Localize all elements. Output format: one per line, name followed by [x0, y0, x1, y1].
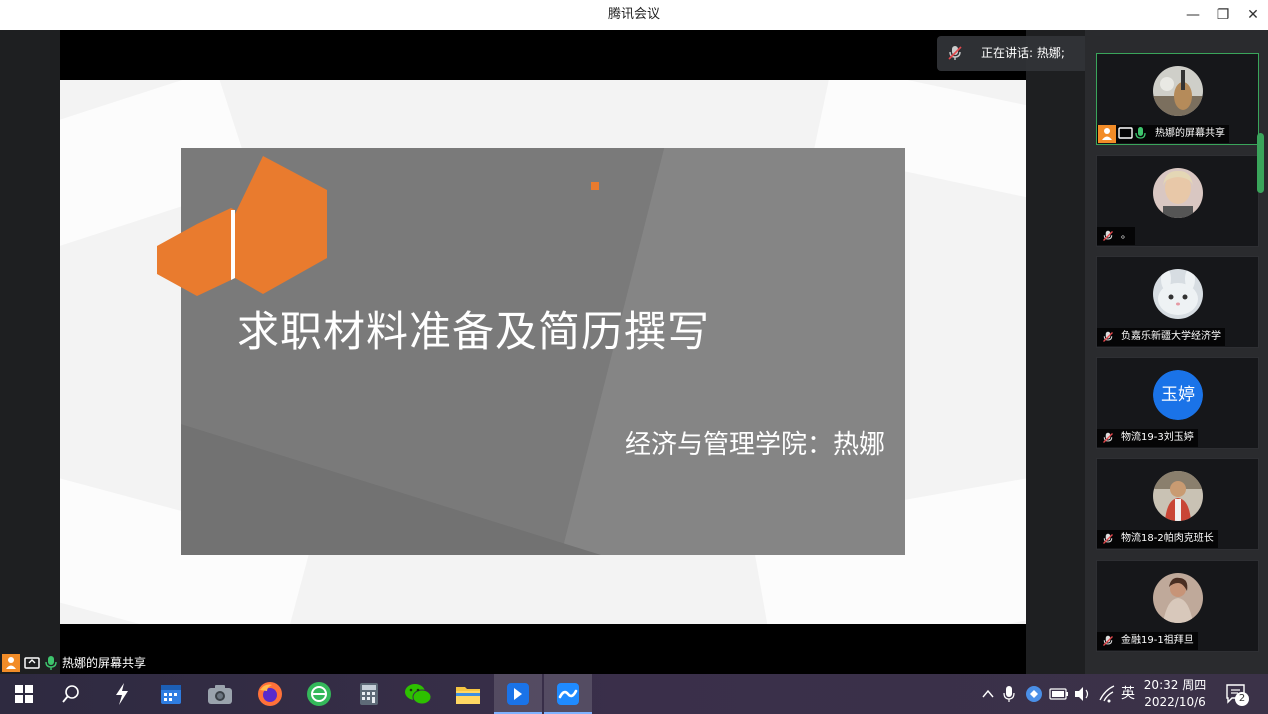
speaking-text: 正在讲话: 热娜; [981, 46, 1065, 60]
mic-muted-icon [1103, 432, 1113, 443]
avatar [1153, 573, 1203, 623]
pin-icon[interactable] [502, 678, 534, 710]
browser-icon[interactable] [303, 678, 335, 710]
participant-tile[interactable]: 金融19-1祖拜旦 [1096, 560, 1259, 652]
participant-tile[interactable]: 物流18-2帕肉克班长 [1096, 458, 1259, 550]
accent-square [591, 182, 599, 190]
network-app-icon[interactable] [1024, 674, 1044, 714]
participant-name: 热娜的屏幕共享 [1155, 128, 1225, 139]
avatar [1153, 269, 1203, 319]
participant-name: 金融19-1祖拜旦 [1121, 635, 1194, 646]
notification-center-icon[interactable]: 2 [1224, 682, 1249, 706]
slide-shade [181, 424, 601, 555]
notification-count: 2 [1235, 692, 1249, 706]
mic-muted-icon [1103, 230, 1113, 241]
host-icon [2, 654, 20, 672]
title-bar: 腾讯会议 — ❐ ✕ [0, 0, 1268, 30]
panel-scrollbar[interactable] [1257, 133, 1264, 193]
clock-date: 2022/10/6 [1144, 695, 1206, 709]
clock-time: 20:32 周四 [1143, 678, 1207, 692]
participant-nameplate: 金融19-1祖拜旦 [1097, 632, 1198, 650]
shared-screen-stage: 求职材料准备及简历撰写 经济与管理学院：热娜 [0, 30, 1085, 674]
tencent-meeting-icon[interactable] [552, 678, 584, 710]
participant-name: 物流19-3刘玉婷 [1121, 432, 1194, 443]
participant-tile[interactable]: 负嘉乐新疆大学经济学 [1096, 256, 1259, 348]
hexagon-logo [157, 156, 327, 296]
avatar [1153, 168, 1203, 218]
ime-indicator[interactable]: 英 [1118, 674, 1138, 714]
participant-nameplate: 。 [1097, 227, 1135, 245]
share-label-text: 热娜的屏幕共享 [62, 656, 147, 670]
screen-share-icon [24, 657, 40, 669]
participant-tile[interactable]: 热娜的屏幕共享 [1096, 53, 1259, 145]
avatar [1153, 66, 1203, 116]
mic-on-icon [45, 656, 57, 670]
taskbar: 英 20:32 周四 2022/10/6 2 [0, 674, 1268, 714]
calendar-icon[interactable] [155, 678, 187, 710]
start-icon[interactable] [8, 678, 40, 710]
avatar-initials: 玉婷 [1153, 370, 1203, 420]
participant-name: 物流18-2帕肉克班长 [1121, 533, 1214, 544]
participant-nameplate: 物流18-2帕肉克班长 [1097, 530, 1218, 548]
host-status-icons [1098, 125, 1146, 143]
avatar: 玉婷 [1153, 370, 1203, 420]
app-window: 腾讯会议 — ❐ ✕ 求职材料准备及简历撰写 经济与管理学院：热娜 正在讲话: … [0, 0, 1268, 714]
minimize-button[interactable]: — [1178, 0, 1208, 30]
mic-muted-icon [948, 46, 962, 60]
avatar [1153, 471, 1203, 521]
participant-name: 负嘉乐新疆大学经济学 [1121, 331, 1221, 342]
firefox-icon[interactable] [254, 678, 286, 710]
wechat-icon[interactable] [402, 678, 434, 710]
window-title: 腾讯会议 [607, 7, 660, 22]
slide-subtitle: 经济与管理学院：热娜 [624, 430, 885, 460]
participant-name: 。 [1121, 230, 1131, 241]
participant-tile[interactable]: 玉婷 物流19-3刘玉婷 [1096, 357, 1259, 449]
battery-icon[interactable] [1048, 674, 1070, 714]
participant-panel: 热娜的屏幕共享 。 负嘉乐新疆大学经济学 玉婷 物流19-3刘玉婷 物流18-2… [1085, 30, 1268, 674]
mic-muted-icon [1103, 331, 1113, 342]
participant-tile[interactable]: 。 [1096, 155, 1259, 247]
taskbar-clock[interactable]: 20:32 周四 2022/10/6 [1140, 677, 1210, 711]
folder-icon[interactable] [452, 678, 484, 710]
chevron-up-icon[interactable] [978, 674, 998, 714]
slide-background: 求职材料准备及简历撰写 经济与管理学院：热娜 [60, 80, 1026, 624]
camera-icon[interactable] [204, 678, 236, 710]
wifi-icon[interactable] [1097, 674, 1117, 714]
close-button[interactable]: ✕ [1238, 0, 1268, 30]
speed-icon[interactable] [106, 678, 138, 710]
slide-title: 求职材料准备及简历撰写 [237, 307, 711, 356]
microphone-tray-icon[interactable] [1000, 674, 1018, 714]
participant-nameplate: 物流19-3刘玉婷 [1097, 429, 1198, 447]
volume-icon[interactable] [1072, 674, 1092, 714]
restore-button[interactable]: ❐ [1208, 0, 1238, 30]
mic-muted-icon [1103, 635, 1113, 646]
calculator-icon[interactable] [353, 678, 385, 710]
participant-nameplate: 负嘉乐新疆大学经济学 [1097, 328, 1225, 346]
search-icon[interactable] [55, 678, 87, 710]
mic-muted-icon [1103, 533, 1113, 544]
